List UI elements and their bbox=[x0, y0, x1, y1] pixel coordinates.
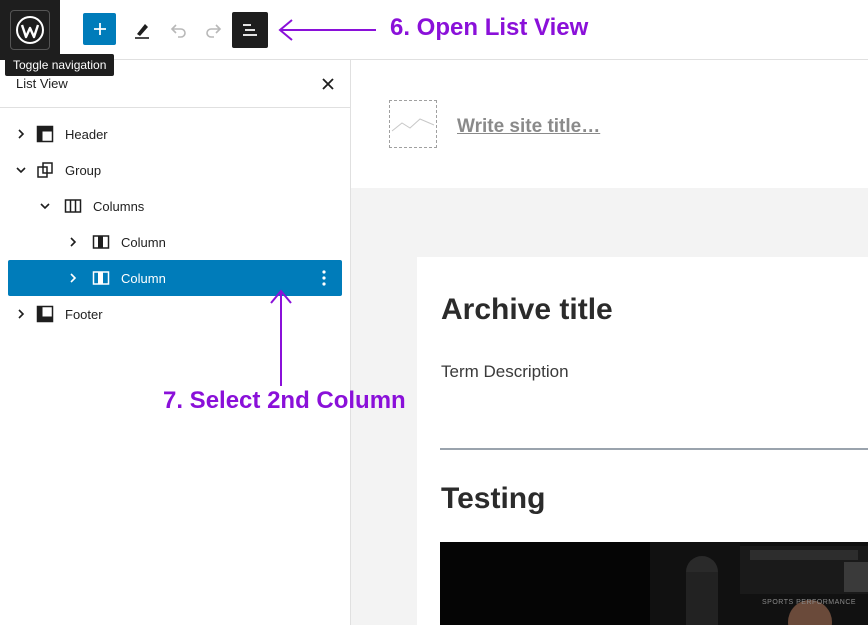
chevron-down-icon[interactable] bbox=[39, 200, 51, 212]
archive-title[interactable]: Archive title bbox=[441, 293, 613, 327]
toggle-navigation-button[interactable] bbox=[0, 0, 60, 60]
chevron-right-icon[interactable] bbox=[67, 272, 79, 284]
list-view-item-label: Column bbox=[121, 270, 166, 286]
close-list-view-button[interactable] bbox=[314, 72, 342, 96]
list-view-item-column-2[interactable]: Column bbox=[8, 260, 342, 296]
list-view-button[interactable] bbox=[232, 12, 268, 48]
column-block-icon bbox=[92, 269, 110, 287]
chevron-right-icon[interactable] bbox=[15, 128, 27, 140]
list-view-item-header[interactable]: Header bbox=[8, 116, 342, 152]
featured-image[interactable]: SPORTS PERFORMANCE bbox=[440, 542, 868, 625]
list-view-panel: List View Header Group Columns Column Co… bbox=[0, 60, 351, 625]
close-icon bbox=[322, 78, 334, 90]
add-block-button[interactable] bbox=[83, 13, 116, 45]
list-view-title: List View bbox=[16, 76, 68, 91]
list-view-item-label: Column bbox=[121, 234, 166, 250]
columns-block-icon bbox=[64, 197, 82, 215]
header-block-icon bbox=[36, 125, 54, 143]
site-title-placeholder[interactable]: Write site title… bbox=[457, 116, 600, 138]
list-view-item-columns[interactable]: Columns bbox=[8, 188, 342, 224]
redo-icon bbox=[206, 24, 222, 38]
content-area: Archive title Term Description Testing S… bbox=[417, 257, 868, 625]
tooltip-toggle-navigation: Toggle navigation bbox=[5, 54, 115, 76]
list-view-item-column-1[interactable]: Column bbox=[8, 224, 342, 260]
list-view-item-label: Header bbox=[65, 126, 108, 142]
undo-button[interactable] bbox=[160, 12, 196, 48]
list-view-item-label: Group bbox=[65, 162, 102, 178]
plus-icon bbox=[93, 23, 106, 35]
undo-icon bbox=[170, 24, 186, 38]
column-block-icon bbox=[92, 233, 110, 251]
editor-canvas: Write site title… Archive title Term Des… bbox=[351, 60, 868, 625]
pencil-icon bbox=[135, 24, 149, 39]
chevron-right-icon[interactable] bbox=[67, 236, 79, 248]
group-block-icon bbox=[36, 161, 54, 179]
chevron-right-icon[interactable] bbox=[15, 308, 27, 320]
site-logo-placeholder[interactable] bbox=[389, 100, 437, 148]
list-view-icon bbox=[243, 24, 257, 36]
list-view-item-label: Columns bbox=[93, 198, 145, 214]
more-options-icon[interactable] bbox=[316, 269, 332, 287]
term-description[interactable]: Term Description bbox=[441, 362, 569, 382]
wordpress-icon bbox=[10, 10, 50, 50]
list-view-item-label: Footer bbox=[65, 306, 103, 322]
featured-image-text: SPORTS PERFORMANCE bbox=[762, 599, 857, 606]
redo-button[interactable] bbox=[196, 12, 232, 48]
post-title[interactable]: Testing bbox=[441, 482, 545, 516]
chevron-down-icon[interactable] bbox=[15, 164, 27, 176]
site-header-block[interactable]: Write site title… bbox=[351, 60, 868, 188]
edit-tool-button[interactable] bbox=[124, 12, 160, 48]
footer-block-icon bbox=[36, 305, 54, 323]
image-placeholder-icon bbox=[391, 118, 435, 132]
annotation-step-6: 6. Open List View bbox=[390, 14, 589, 41]
list-view-item-footer[interactable]: Footer bbox=[8, 296, 342, 332]
separator bbox=[440, 448, 868, 450]
annotation-step-7: 7. Select 2nd Column bbox=[163, 387, 406, 414]
site-editor: Toggle navigation List View Header Group… bbox=[0, 0, 868, 625]
list-view-item-group[interactable]: Group bbox=[8, 152, 342, 188]
